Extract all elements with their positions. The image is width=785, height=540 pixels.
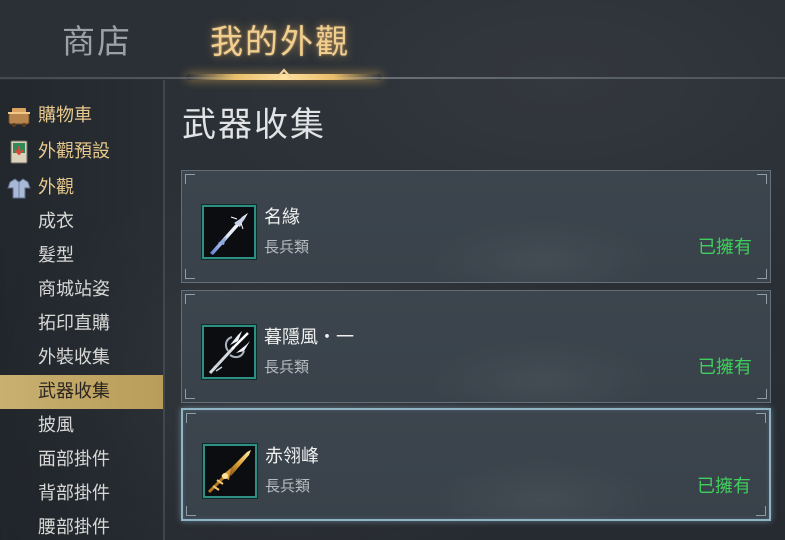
weapon-card-selected[interactable]: 赤翎峰 長兵類 已擁有	[181, 408, 771, 521]
sidebar-item-outfits[interactable]: 成衣	[0, 205, 163, 239]
sidebar-item-back-accessory[interactable]: 背部掛件	[0, 477, 163, 511]
sidebar-item-label: 拓印直購	[38, 313, 110, 334]
sidebar: 購物車 外觀預設 外觀 成衣 髮型 商城站姿 拓印直購 外裝收集 武器收集 披風…	[0, 80, 165, 540]
top-tab-bar: 商店 我的外觀	[0, 0, 785, 80]
owned-status: 已擁有	[697, 476, 751, 497]
card-corner-ornament	[757, 294, 767, 304]
card-corner-ornament	[186, 413, 196, 423]
sidebar-item-cloak[interactable]: 披風	[0, 409, 163, 443]
cart-icon	[8, 108, 30, 127]
sidebar-item-label: 腰部掛件	[38, 517, 110, 538]
armor-icon	[7, 178, 31, 199]
sidebar-item-rubbing-purchase[interactable]: 拓印直購	[0, 307, 163, 341]
sidebar-item-weapon-collection[interactable]: 武器收集	[0, 375, 163, 409]
sidebar-item-label: 購物車	[38, 105, 92, 126]
sidebar-item-label: 商城站姿	[38, 279, 110, 300]
sidebar-item-hairstyle[interactable]: 髮型	[0, 239, 163, 273]
weapon-card[interactable]: 名緣 長兵類 已擁有	[181, 170, 771, 283]
sidebar-item-face-accessory[interactable]: 面部掛件	[0, 443, 163, 477]
card-corner-ornament	[186, 506, 196, 516]
polearm-blade-icon	[210, 213, 248, 255]
sidebar-item-appearance-preset[interactable]: 外觀預設	[0, 135, 163, 169]
card-corner-ornament	[756, 506, 766, 516]
weapon-type: 長兵類	[264, 358, 310, 376]
tab-divider	[0, 77, 785, 79]
card-corner-ornament	[757, 269, 767, 279]
card-corner-ornament	[757, 389, 767, 399]
sidebar-item-label: 披風	[38, 415, 74, 436]
card-corner-ornament	[756, 413, 766, 423]
weapon-type: 長兵類	[265, 477, 311, 495]
sidebar-item-label: 外觀預設	[38, 141, 110, 162]
preset-scroll-icon	[10, 140, 28, 164]
weapon-card[interactable]: 暮隱風・一 長兵類 已擁有	[181, 290, 771, 403]
sidebar-item-label: 武器收集	[38, 381, 110, 402]
sidebar-item-label: 髮型	[38, 245, 74, 266]
weapon-name: 名緣	[264, 207, 300, 228]
sidebar-item-label: 外裝收集	[38, 347, 110, 368]
sidebar-item-label: 背部掛件	[38, 483, 110, 504]
card-corner-ornament	[757, 174, 767, 184]
page-title: 武器收集	[182, 105, 326, 145]
sidebar-item-appearance[interactable]: 外觀	[0, 171, 163, 205]
card-corner-ornament	[185, 389, 195, 399]
card-corner-ornament	[185, 269, 195, 279]
card-corner-ornament	[185, 294, 195, 304]
sidebar-item-cart[interactable]: 購物車	[0, 99, 163, 133]
weapon-name: 暮隱風・一	[264, 327, 354, 348]
sidebar-item-label: 成衣	[38, 211, 74, 232]
sidebar-item-costume-collection[interactable]: 外裝收集	[0, 341, 163, 375]
active-tab-caret-icon	[276, 68, 292, 79]
tab-my-appearance[interactable]: 我的外觀	[210, 18, 350, 66]
weapon-thumbnail	[202, 325, 256, 379]
sidebar-item-label: 外觀	[38, 177, 74, 198]
owned-status: 已擁有	[698, 237, 752, 258]
sidebar-item-label: 面部掛件	[38, 449, 110, 470]
card-corner-ornament	[185, 174, 195, 184]
sidebar-item-mall-pose[interactable]: 商城站姿	[0, 273, 163, 307]
tab-shop[interactable]: 商店	[62, 18, 132, 66]
weapon-thumbnail	[203, 444, 257, 498]
trident-icon	[208, 331, 250, 375]
weapon-name: 赤翎峰	[265, 446, 319, 467]
weapon-thumbnail	[202, 205, 256, 259]
golden-spear-icon	[207, 450, 251, 494]
sidebar-item-waist-accessory[interactable]: 腰部掛件	[0, 511, 163, 540]
weapon-type: 長兵類	[264, 238, 310, 256]
owned-status: 已擁有	[698, 357, 752, 378]
